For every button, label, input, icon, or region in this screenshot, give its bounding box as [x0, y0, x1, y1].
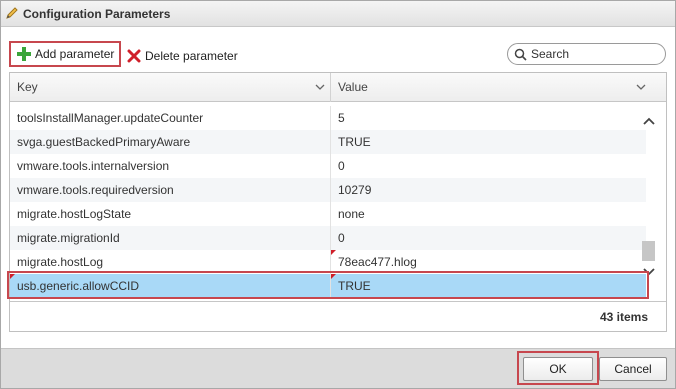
ok-button[interactable]: OK	[523, 357, 593, 381]
row-key: migrate.migrationId	[10, 226, 331, 250]
table-row-selected[interactable]: usb.generic.allowCCID TRUE	[10, 274, 646, 298]
row-key: svga.guestBackedPrimaryAware	[10, 130, 331, 154]
row-value: 78eac477.hlog	[338, 255, 417, 269]
table-row[interactable]: migrate.hostLog 78eac477.hlog	[10, 250, 646, 274]
cancel-button[interactable]: Cancel	[599, 357, 667, 381]
row-key: usb.generic.allowCCID	[10, 274, 331, 298]
row-key: toolsInstallManager.updateCounter	[10, 106, 331, 130]
row-value: none	[338, 207, 365, 221]
search-box[interactable]	[507, 43, 666, 65]
row-value: 5	[338, 111, 345, 125]
delete-parameter-button[interactable]: Delete parameter	[127, 43, 247, 69]
grid-header: Key Value	[10, 73, 666, 102]
scrollbar-thumb[interactable]	[642, 241, 655, 261]
configuration-parameters-dialog: Configuration Parameters Add parameter D…	[0, 0, 676, 389]
column-header-key[interactable]: Key	[10, 73, 331, 102]
plus-icon	[17, 47, 31, 61]
delete-parameter-label: Delete parameter	[145, 49, 238, 63]
x-icon	[127, 49, 141, 63]
row-value: 10279	[338, 183, 372, 197]
title-bar: Configuration Parameters	[1, 1, 675, 27]
chevron-up-icon[interactable]	[642, 116, 656, 126]
item-count: 43 items	[599, 310, 648, 324]
modified-flag-icon	[331, 250, 336, 255]
table-row[interactable]: migrate.hostLogState none	[10, 202, 646, 226]
grid-footer: 43 items	[10, 301, 666, 331]
add-parameter-label: Add parameter	[35, 47, 115, 61]
row-key: vmware.tools.requiredversion	[10, 178, 331, 202]
table-row[interactable]: svga.guestBackedPrimaryAware TRUE	[10, 130, 646, 154]
table-row[interactable]: vmware.tools.requiredversion 10279	[10, 178, 646, 202]
add-parameter-button[interactable]: Add parameter	[9, 41, 121, 67]
pencil-icon	[6, 7, 18, 19]
search-input[interactable]	[531, 47, 659, 61]
column-header-value[interactable]: Value	[331, 73, 646, 102]
column-header-value-label: Value	[338, 80, 368, 94]
row-key: migrate.hostLog	[10, 250, 331, 274]
chevron-down-icon	[315, 84, 325, 90]
row-value: TRUE	[338, 279, 371, 293]
row-value: 0	[338, 159, 345, 173]
chevron-down-icon	[636, 84, 646, 90]
search-icon	[514, 48, 527, 61]
parameters-grid: Key Value toolsInstallManager.updateCoun…	[9, 72, 667, 332]
modified-flag-icon	[331, 274, 336, 279]
row-value: 0	[338, 231, 345, 245]
table-row[interactable]: toolsInstallManager.updateCounter 5	[10, 106, 646, 130]
row-key: vmware.tools.internalversion	[10, 154, 331, 178]
row-value: TRUE	[338, 135, 371, 149]
chevron-down-icon[interactable]	[642, 267, 656, 277]
dialog-title: Configuration Parameters	[23, 7, 171, 21]
modified-flag-icon	[10, 274, 15, 279]
column-header-key-label: Key	[17, 80, 38, 94]
table-row[interactable]: vmware.tools.internalversion 0	[10, 154, 646, 178]
table-row[interactable]: migrate.migrationId 0	[10, 226, 646, 250]
row-key: migrate.hostLogState	[10, 202, 331, 226]
